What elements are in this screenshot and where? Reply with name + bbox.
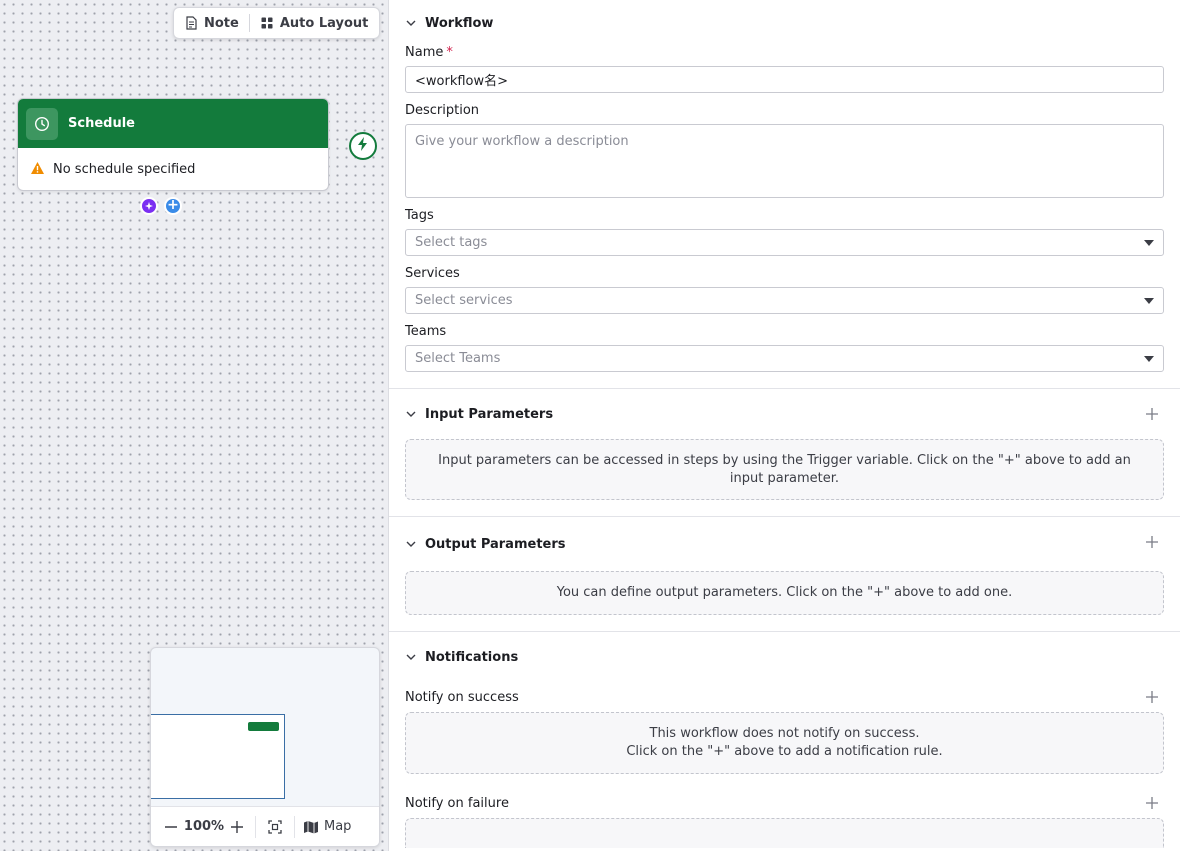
input-parameters-section: Input Parameters Input parameters can be… bbox=[389, 389, 1180, 517]
add-input-parameter-button[interactable] bbox=[1144, 406, 1160, 422]
minus-icon bbox=[165, 825, 177, 828]
add-step-button[interactable]: + bbox=[164, 197, 182, 215]
controls-divider bbox=[294, 815, 295, 838]
workflow-section-title: Workflow bbox=[425, 15, 494, 31]
workflow-section: Workflow Name * <workflow名> Description G… bbox=[389, 0, 1180, 389]
plus-icon bbox=[231, 820, 243, 833]
input-parameters-empty-state: Input parameters can be accessed in step… bbox=[405, 439, 1164, 500]
description-textarea[interactable]: Give your workflow a description bbox=[405, 124, 1164, 198]
output-parameters-section: Output Parameters You can define output … bbox=[389, 517, 1180, 632]
description-label: Description bbox=[405, 103, 480, 118]
notify-success-header: Notify on success bbox=[405, 682, 1164, 712]
tags-label: Tags bbox=[405, 208, 434, 223]
notify-success-empty-line2: Click on the "+" above to add a notifica… bbox=[626, 744, 943, 759]
chevron-down-icon bbox=[405, 651, 417, 663]
grid-icon bbox=[260, 16, 274, 30]
workflow-settings-panel: Workflow Name * <workflow名> Description G… bbox=[389, 0, 1180, 851]
note-icon bbox=[184, 16, 198, 30]
fit-view-icon bbox=[268, 819, 282, 834]
tags-field: Tags Select tags bbox=[405, 208, 1164, 256]
name-input[interactable]: <workflow名> bbox=[405, 66, 1164, 93]
tags-select[interactable]: Select tags bbox=[405, 229, 1164, 256]
node-title: Schedule bbox=[68, 116, 135, 131]
required-marker: * bbox=[446, 45, 453, 60]
plus-icon bbox=[1146, 797, 1158, 809]
caret-down-icon bbox=[1144, 355, 1154, 362]
note-label: Note bbox=[204, 15, 239, 31]
services-field: Services Select services bbox=[405, 266, 1164, 314]
notify-success-label: Notify on success bbox=[405, 689, 519, 705]
schedule-trigger-node[interactable]: Schedule No schedule specified bbox=[17, 98, 329, 191]
trigger-bolt-button[interactable] bbox=[349, 132, 377, 160]
services-placeholder: Select services bbox=[415, 293, 513, 308]
workflow-section-header[interactable]: Workflow bbox=[405, 0, 1164, 46]
services-select[interactable]: Select services bbox=[405, 287, 1164, 314]
notify-failure-empty-state bbox=[405, 818, 1164, 848]
lightning-icon bbox=[357, 137, 369, 155]
services-label: Services bbox=[405, 266, 460, 281]
add-output-parameter-button[interactable] bbox=[1144, 534, 1160, 550]
input-parameters-empty-text: Input parameters can be accessed in step… bbox=[438, 452, 1131, 486]
map-icon bbox=[304, 820, 318, 833]
teams-select[interactable]: Select Teams bbox=[405, 345, 1164, 372]
output-parameters-header[interactable]: Output Parameters bbox=[405, 517, 1164, 571]
notifications-section: Notifications Notify on success This wor… bbox=[389, 632, 1180, 848]
notify-failure-header: Notify on failure bbox=[405, 788, 1164, 818]
sparkle-icon bbox=[145, 199, 153, 214]
notify-success-empty-state: This workflow does not notify on success… bbox=[405, 712, 1164, 774]
input-parameters-header[interactable]: Input Parameters bbox=[405, 389, 1164, 439]
teams-field: Teams Select Teams bbox=[405, 324, 1164, 372]
plus-icon bbox=[1146, 408, 1158, 420]
name-label: Name * bbox=[405, 45, 1164, 60]
notify-success-empty-line1: This workflow does not notify on success… bbox=[649, 726, 920, 741]
plus-icon: + bbox=[167, 197, 179, 213]
map-label: Map bbox=[324, 819, 352, 834]
minimap[interactable]: 100% Map bbox=[150, 647, 380, 847]
controls-divider bbox=[255, 815, 256, 838]
warning-icon bbox=[30, 161, 45, 179]
plus-icon bbox=[1146, 691, 1158, 703]
tags-placeholder: Select tags bbox=[415, 235, 488, 250]
map-toggle-button[interactable]: Map bbox=[303, 815, 351, 839]
notifications-title: Notifications bbox=[425, 649, 519, 665]
teams-label: Teams bbox=[405, 324, 447, 339]
caret-down-icon bbox=[1144, 239, 1154, 246]
fit-view-button[interactable] bbox=[264, 815, 286, 839]
auto-layout-button[interactable]: Auto Layout bbox=[250, 8, 379, 38]
zoom-out-button[interactable] bbox=[161, 815, 181, 839]
description-field: Description Give your workflow a descrip… bbox=[405, 103, 1164, 198]
output-parameters-empty-text: You can define output parameters. Click … bbox=[556, 585, 1013, 600]
canvas-toolbar: Note Auto Layout bbox=[173, 7, 380, 39]
notifications-header[interactable]: Notifications bbox=[405, 632, 1164, 682]
workflow-canvas[interactable]: Note Auto Layout Schedule No schedule sp… bbox=[0, 0, 389, 851]
node-warning-text: No schedule specified bbox=[53, 162, 196, 177]
output-parameters-title: Output Parameters bbox=[425, 536, 566, 552]
input-parameters-title: Input Parameters bbox=[425, 406, 554, 422]
teams-placeholder: Select Teams bbox=[415, 351, 501, 366]
node-header: Schedule bbox=[18, 99, 328, 148]
add-failure-notification-button[interactable] bbox=[1144, 795, 1160, 811]
chevron-down-icon bbox=[405, 17, 417, 29]
zoom-level: 100% bbox=[183, 819, 225, 834]
zoom-in-button[interactable] bbox=[227, 815, 247, 839]
output-parameters-empty-state: You can define output parameters. Click … bbox=[405, 571, 1164, 615]
name-label-text: Name bbox=[405, 45, 444, 60]
auto-layout-label: Auto Layout bbox=[279, 15, 369, 31]
ai-add-step-button[interactable] bbox=[140, 197, 158, 215]
minimap-node bbox=[248, 722, 279, 731]
minimap-controls: 100% Map bbox=[151, 806, 379, 846]
name-field: Name * <workflow名> bbox=[405, 45, 1164, 93]
chevron-down-icon bbox=[405, 408, 417, 420]
add-success-notification-button[interactable] bbox=[1144, 689, 1160, 705]
chevron-down-icon bbox=[405, 538, 417, 550]
plus-icon bbox=[1146, 536, 1158, 548]
notify-failure-label: Notify on failure bbox=[405, 795, 509, 811]
note-button[interactable]: Note bbox=[174, 8, 249, 38]
caret-down-icon bbox=[1144, 297, 1154, 304]
clock-icon bbox=[26, 107, 58, 140]
node-body: No schedule specified bbox=[18, 148, 328, 190]
